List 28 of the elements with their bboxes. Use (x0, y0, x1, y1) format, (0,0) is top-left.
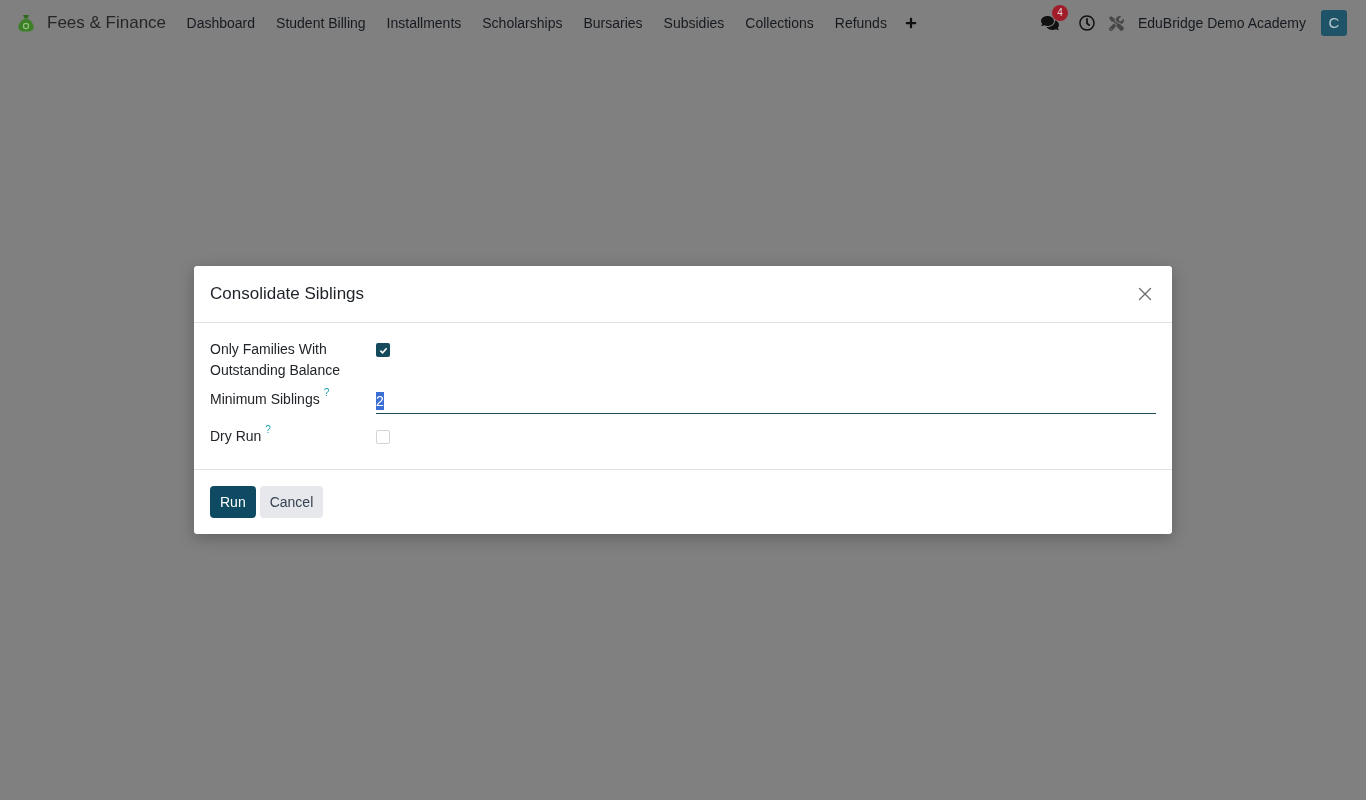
cancel-button[interactable]: Cancel (259, 486, 324, 518)
selected-text: 2 (376, 392, 384, 410)
number-input-field[interactable]: 2 (376, 389, 1156, 414)
nav-menu-item[interactable]: Refunds (824, 12, 898, 34)
nav-menu-item[interactable]: Installments (376, 12, 472, 34)
help-mark[interactable]: ? (265, 424, 271, 436)
chat-icon[interactable] (1040, 14, 1059, 32)
field-label: Dry Run (210, 427, 262, 446)
field-label: Only Families With Outstanding Balance (210, 340, 341, 380)
nav-menu-item[interactable]: Dashboard (176, 12, 266, 34)
nav-menu-item[interactable]: Subsidies (653, 12, 735, 34)
user-avatar[interactable]: C (1321, 10, 1347, 36)
company-name[interactable]: EduBridge Demo Academy (1137, 12, 1306, 34)
checkbox[interactable] (376, 430, 390, 444)
nav-menu-item[interactable]: Collections (734, 12, 825, 34)
clock-icon[interactable] (1078, 15, 1095, 31)
nav-menu-item[interactable]: Bursaries (572, 12, 654, 34)
checkbox[interactable] (376, 343, 390, 357)
nav-menu-item[interactable]: Scholarships (471, 12, 573, 34)
notification-badge: 4 (1051, 5, 1068, 21)
help-mark[interactable]: ? (323, 387, 330, 399)
plus-icon (905, 17, 918, 29)
app-name[interactable]: Fees & Finance (47, 10, 167, 36)
field-label: Minimum Siblings (210, 390, 320, 409)
money-bag-icon (17, 14, 35, 32)
dialog-title: Consolidate Siblings (210, 283, 365, 306)
run-button[interactable]: Run (210, 486, 256, 518)
nav-menu-item[interactable]: Student Billing (265, 12, 377, 34)
